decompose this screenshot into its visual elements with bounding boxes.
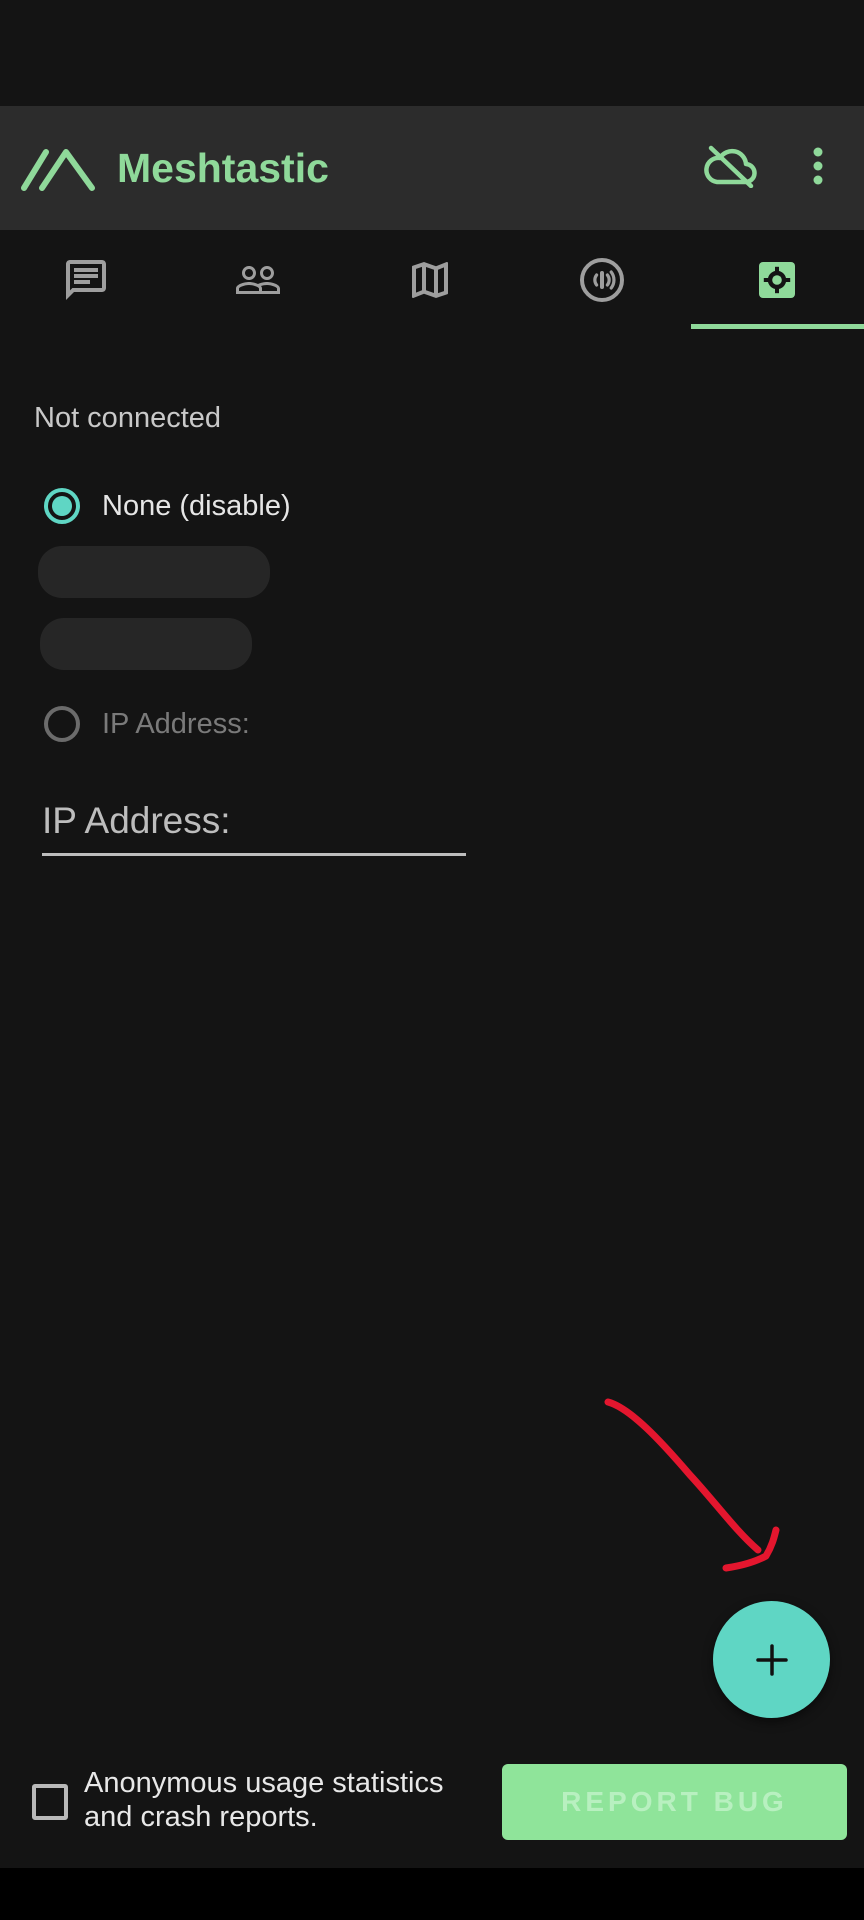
radio-option-label: IP Address: <box>102 707 250 740</box>
plus-icon <box>755 1643 788 1676</box>
meshtastic-logo-icon <box>21 149 95 191</box>
radio-selected-icon <box>44 488 80 524</box>
system-navigation-bar <box>0 1868 864 1920</box>
ip-address-field[interactable] <box>42 795 466 856</box>
red-arrow-annotation <box>604 1398 780 1572</box>
map-icon <box>412 262 448 298</box>
app-title: Meshtastic <box>117 145 329 191</box>
status-bar <box>0 0 864 106</box>
cloud-off-button[interactable] <box>700 136 760 196</box>
report-bug-button[interactable]: REPORT BUG <box>502 1764 847 1840</box>
radio-unselected-icon <box>44 706 80 742</box>
footer: Anonymous usage statistics and crash rep… <box>0 1750 864 1870</box>
tab-bar <box>0 230 864 330</box>
connection-status: Not connected <box>34 402 222 434</box>
tab-selected-indicator <box>691 324 864 329</box>
radio-option-ip[interactable]: IP Address: <box>44 699 250 749</box>
tab-channel[interactable] <box>516 230 688 330</box>
analytics-consent-checkbox[interactable] <box>32 1784 68 1820</box>
redacted-device-2 <box>40 618 252 670</box>
chat-icon <box>66 260 106 300</box>
tab-map[interactable] <box>344 230 516 330</box>
radio-option-label: None (disable) <box>102 489 291 522</box>
ip-address-input[interactable] <box>42 795 466 847</box>
tab-settings[interactable] <box>691 230 863 330</box>
radio-signal-icon <box>580 258 624 302</box>
radio-option-none[interactable]: None (disable) <box>44 481 291 531</box>
redacted-device-1 <box>38 546 270 598</box>
add-connection-fab[interactable] <box>713 1601 830 1718</box>
overflow-menu-button[interactable] <box>798 136 838 196</box>
people-icon <box>236 266 280 294</box>
tab-users[interactable] <box>172 230 344 330</box>
screen: Meshtastic Not connected None (disable) … <box>0 0 864 1920</box>
cloud-off-icon <box>704 145 757 188</box>
more-vert-icon <box>813 147 823 185</box>
tab-messages[interactable] <box>0 230 172 330</box>
app-bar: Meshtastic <box>0 106 864 230</box>
settings-icon <box>759 262 795 298</box>
analytics-consent-label: Anonymous usage statistics and crash rep… <box>84 1767 444 1833</box>
